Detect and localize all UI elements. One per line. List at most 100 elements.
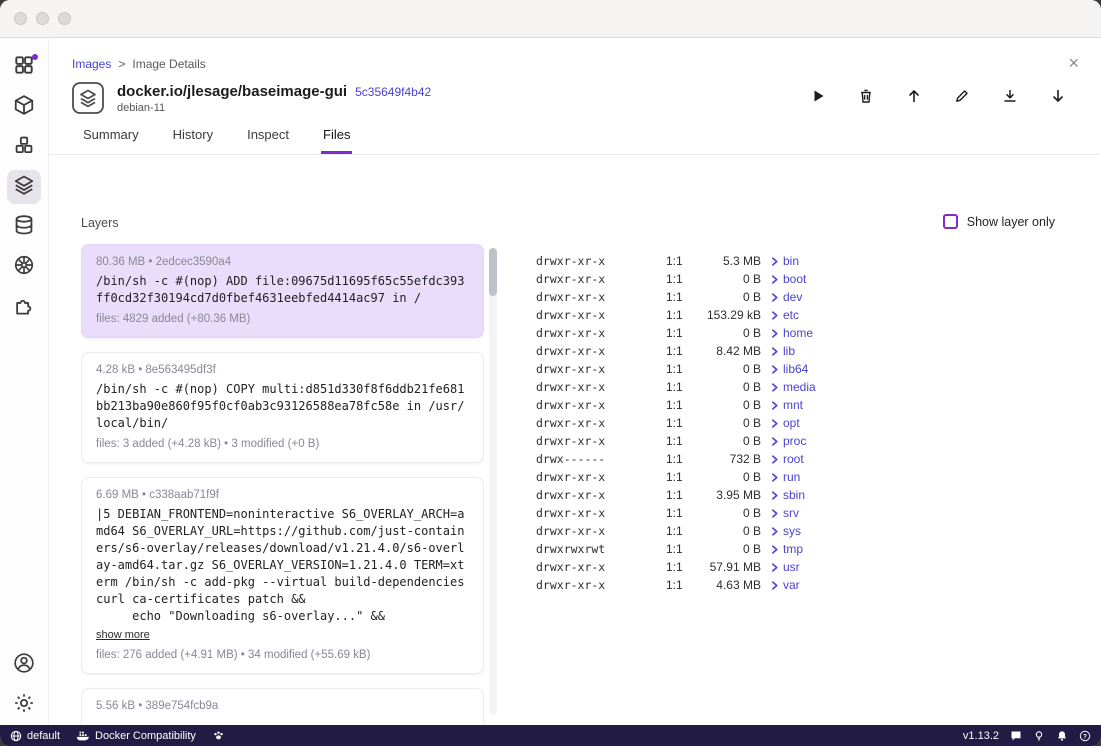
app-window: × Images > Image Details docker.io/jlesa…	[0, 0, 1101, 746]
file-size: 57.91 MB	[696, 560, 761, 574]
sidebar-item-volumes[interactable]	[0, 207, 49, 247]
breadcrumb-images-link[interactable]: Images	[72, 57, 111, 71]
chevron-right-icon	[761, 455, 783, 464]
docker-compatibility-button[interactable]: Docker Compatibility	[76, 730, 196, 742]
media[interactable]: drwxr-xr-x 1:1 0 B media	[536, 378, 1081, 396]
file-permissions: drwxr-xr-x	[536, 560, 666, 574]
tmp[interactable]: drwxrwxrwt 1:1 0 B tmp	[536, 540, 1081, 558]
etc[interactable]: drwxr-xr-x 1:1 153.29 kB etc	[536, 306, 1081, 324]
layer-card[interactable]: 6.69 MB • c338aab71f9f |5 DEBIAN_FRONTEN…	[81, 477, 484, 674]
bell-icon	[1056, 730, 1068, 742]
chevron-right-icon	[761, 437, 783, 446]
file-size: 0 B	[696, 524, 761, 538]
lib64[interactable]: drwxr-xr-x 1:1 0 B lib64	[536, 360, 1081, 378]
default-label: default	[27, 730, 60, 742]
layer-meta: 4.28 kB • 8e563495df3f	[96, 364, 469, 376]
tab-history[interactable]: History	[171, 125, 215, 154]
tips-button[interactable]	[1033, 730, 1045, 742]
chevron-right-icon	[761, 545, 783, 554]
feedback-button[interactable]	[1010, 730, 1022, 742]
root[interactable]: drwx------ 1:1 732 B root	[536, 450, 1081, 468]
layers-scrollbar[interactable]	[489, 248, 497, 715]
edit-button[interactable]	[943, 79, 981, 117]
sys[interactable]: drwxr-xr-x 1:1 0 B sys	[536, 522, 1081, 540]
version-label: v1.13.2	[963, 730, 999, 742]
file-name: tmp	[783, 542, 1081, 556]
file-permissions: drwxr-xr-x	[536, 344, 666, 358]
help-button[interactable]: ?	[1079, 730, 1091, 742]
file-size: 0 B	[696, 362, 761, 376]
sidebar-item-settings[interactable]	[0, 685, 49, 725]
lib[interactable]: drwxr-xr-x 1:1 8.42 MB lib	[536, 342, 1081, 360]
file-permissions: drwxr-xr-x	[536, 326, 666, 340]
push-button[interactable]	[895, 79, 933, 117]
tab-inspect[interactable]: Inspect	[245, 125, 291, 154]
layer-command: /bin/sh -c #(nop) COPY multi:d851d330f8f…	[96, 381, 469, 432]
boot[interactable]: drwxr-xr-x 1:1 0 B boot	[536, 270, 1081, 288]
globe-icon	[10, 730, 22, 742]
home[interactable]: drwxr-xr-x 1:1 0 B home	[536, 324, 1081, 342]
window-close-button[interactable]	[14, 12, 27, 25]
close-icon[interactable]: ×	[1068, 54, 1079, 72]
file-name: mnt	[783, 398, 1081, 412]
file-owner: 1:1	[666, 578, 696, 592]
chevron-right-icon	[761, 365, 783, 374]
layer-card[interactable]: 4.28 kB • 8e563495df3f /bin/sh -c #(nop)…	[81, 352, 484, 463]
sidebar-item-account[interactable]	[0, 645, 49, 685]
file-permissions: drwxr-xr-x	[536, 362, 666, 376]
pull-button[interactable]	[1039, 79, 1077, 117]
show-layer-only-checkbox[interactable]: Show layer only	[943, 214, 1055, 229]
bin[interactable]: drwxr-xr-x 1:1 5.3 MB bin	[536, 252, 1081, 270]
breadcrumb: Images > Image Details	[50, 39, 1101, 71]
default-connection-button[interactable]: default	[10, 730, 60, 742]
pencil-icon	[954, 88, 970, 109]
file-size: 0 B	[696, 542, 761, 556]
file-name: opt	[783, 416, 1081, 430]
layer-card[interactable]: 80.36 MB • 2edcec3590a4 /bin/sh -c #(nop…	[81, 244, 484, 338]
sidebar-item-images[interactable]	[0, 167, 49, 207]
sidebar-item-extensions[interactable]	[0, 287, 49, 327]
checkbox-icon[interactable]	[943, 214, 958, 229]
tab-summary[interactable]: Summary	[81, 125, 141, 154]
sbin[interactable]: drwxr-xr-x 1:1 3.95 MB sbin	[536, 486, 1081, 504]
window-minimize-button[interactable]	[36, 12, 49, 25]
file-size: 0 B	[696, 272, 761, 286]
run-button[interactable]	[799, 79, 837, 117]
chevron-right-icon	[761, 527, 783, 536]
sidebar-item-kubernetes[interactable]	[0, 247, 49, 287]
sidebar-item-dashboard[interactable]	[0, 47, 49, 87]
show-more-link[interactable]: show more	[96, 629, 150, 641]
layer-meta: 6.69 MB • c338aab71f9f	[96, 489, 469, 501]
layer-card[interactable]: 5.56 kB • 389e754fcb9a	[81, 688, 484, 725]
usr[interactable]: drwxr-xr-x 1:1 57.91 MB usr	[536, 558, 1081, 576]
save-button[interactable]	[991, 79, 1029, 117]
file-owner: 1:1	[666, 506, 696, 520]
tab-files[interactable]: Files	[321, 125, 352, 154]
delete-button[interactable]	[847, 79, 885, 117]
file-permissions: drwxr-xr-x	[536, 308, 666, 322]
file-name: run	[783, 470, 1081, 484]
window-zoom-button[interactable]	[58, 12, 71, 25]
file-owner: 1:1	[666, 524, 696, 538]
file-name: lib	[783, 344, 1081, 358]
scrollbar-thumb[interactable]	[489, 248, 497, 296]
chevron-right-icon	[761, 275, 783, 284]
podman-machine-button[interactable]	[212, 729, 225, 742]
breadcrumb-separator: >	[118, 57, 125, 71]
mnt[interactable]: drwxr-xr-x 1:1 0 B mnt	[536, 396, 1081, 414]
run[interactable]: drwxr-xr-x 1:1 0 B run	[536, 468, 1081, 486]
tabs-divider	[50, 154, 1101, 155]
bulb-icon	[1033, 730, 1045, 742]
sidebar-item-containers[interactable]	[0, 87, 49, 127]
dev[interactable]: drwxr-xr-x 1:1 0 B dev	[536, 288, 1081, 306]
notifications-button[interactable]	[1056, 730, 1068, 742]
proc[interactable]: drwxr-xr-x 1:1 0 B proc	[536, 432, 1081, 450]
sidebar-item-pods[interactable]	[0, 127, 49, 167]
srv[interactable]: drwxr-xr-x 1:1 0 B srv	[536, 504, 1081, 522]
opt[interactable]: drwxr-xr-x 1:1 0 B opt	[536, 414, 1081, 432]
var[interactable]: drwxr-xr-x 1:1 4.63 MB var	[536, 576, 1081, 594]
chevron-right-icon	[761, 563, 783, 572]
layers-list: 80.36 MB • 2edcec3590a4 /bin/sh -c #(nop…	[81, 244, 484, 725]
gear-icon	[13, 692, 35, 719]
file-size: 153.29 kB	[696, 308, 761, 322]
